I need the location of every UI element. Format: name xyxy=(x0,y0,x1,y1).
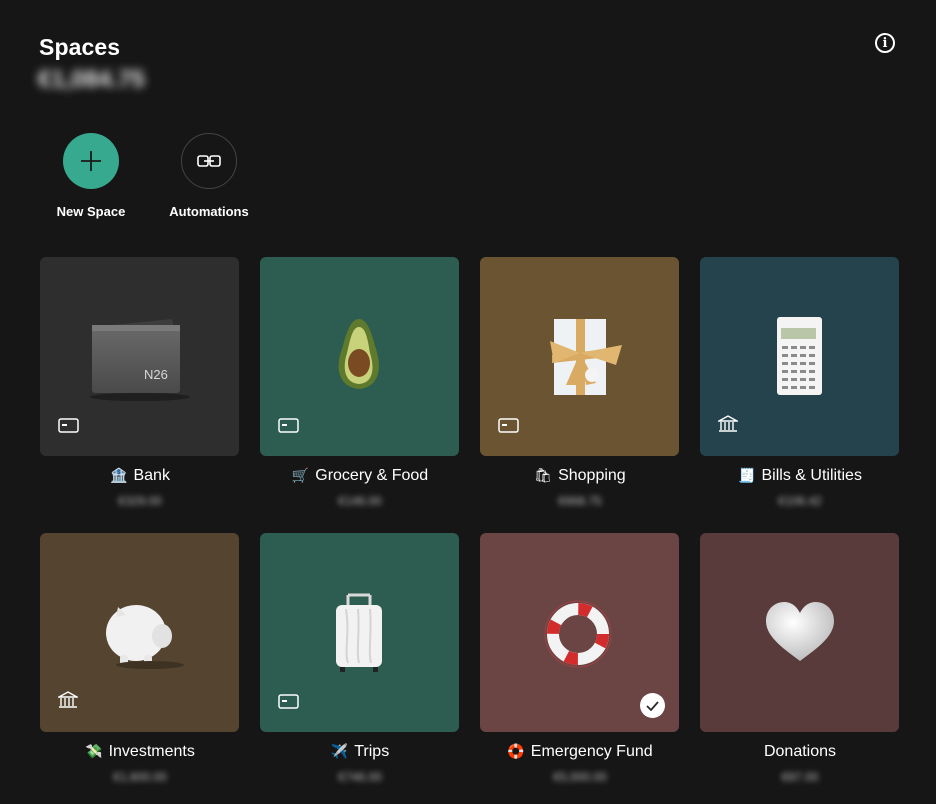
check-icon xyxy=(640,693,665,718)
new-space-button[interactable]: New Space xyxy=(36,133,146,219)
receipt-emoji-icon: 🧾 xyxy=(738,468,756,484)
automations-label: Automations xyxy=(169,204,249,219)
space-amount: €329.00 xyxy=(118,494,162,508)
airplane-emoji-icon: ✈️ xyxy=(330,744,349,760)
space-amount: €1,600.00 xyxy=(113,770,167,784)
space-tile[interactable] xyxy=(700,533,899,732)
bank-icon xyxy=(56,691,80,714)
space-card-emergency-fund[interactable]: 🛟 Emergency Fund €5,000.00 xyxy=(480,533,680,784)
space-tile[interactable] xyxy=(260,257,459,456)
space-name: Grocery & Food xyxy=(315,467,429,484)
money-wings-emoji-icon: 💸 xyxy=(85,744,103,760)
space-card-bills[interactable]: 🧾 Bills & Utilities €106.42 xyxy=(700,257,900,508)
shopping-bags-emoji-icon: 🛍 xyxy=(534,468,553,484)
space-amount: €5,000.00 xyxy=(553,770,607,784)
space-name: Donations xyxy=(763,743,837,760)
space-tile[interactable] xyxy=(480,257,679,456)
lifebuoy-emoji-icon: 🛟 xyxy=(507,744,525,760)
automations-button[interactable]: Automations xyxy=(154,133,264,219)
space-amount: €668.75 xyxy=(558,494,602,508)
space-amount: €87.00 xyxy=(781,770,819,784)
card-icon xyxy=(58,418,79,438)
link-icon[interactable] xyxy=(181,133,237,189)
space-name: Emergency Fund xyxy=(530,743,653,760)
card-icon xyxy=(278,418,299,438)
bank-emoji-icon: 🏦 xyxy=(110,468,128,484)
svg-text:N26: N26 xyxy=(144,367,168,382)
space-tile[interactable] xyxy=(260,533,459,732)
heart-image xyxy=(766,602,834,661)
cart-emoji-icon: 🛒 xyxy=(291,468,310,484)
plus-icon[interactable] xyxy=(63,133,119,189)
page-title: Spaces xyxy=(39,34,121,60)
space-amount: €146.00 xyxy=(338,494,382,508)
space-card-shopping[interactable]: 🛍 Shopping €668.75 xyxy=(480,257,680,508)
space-name: Trips xyxy=(354,743,390,760)
space-name: Investments xyxy=(108,743,195,760)
space-card-trips[interactable]: ✈️ Trips €746.00 xyxy=(260,533,460,784)
space-tile[interactable]: N26 xyxy=(40,257,239,456)
space-tile[interactable] xyxy=(480,533,679,732)
card-icon xyxy=(278,694,299,714)
space-name: Shopping xyxy=(558,467,626,484)
space-name: Bills & Utilities xyxy=(761,467,862,484)
space-tile[interactable] xyxy=(700,257,899,456)
space-name: Bank xyxy=(133,467,170,484)
space-card-investments[interactable]: 💸 Investments €1,600.00 xyxy=(40,533,240,784)
space-card-bank[interactable]: N26 🏦 Bank €329.00 xyxy=(40,257,240,508)
new-space-label: New Space xyxy=(56,204,126,219)
card-icon xyxy=(498,418,519,438)
space-card-grocery[interactable]: 🛒 Grocery & Food €146.00 xyxy=(260,257,460,508)
space-card-donations[interactable]: Donations €87.00 xyxy=(700,533,900,784)
space-amount: €106.42 xyxy=(778,494,822,508)
total-balance: €1,084.75 xyxy=(38,66,145,93)
bank-icon xyxy=(716,415,740,438)
space-amount: €746.00 xyxy=(338,770,382,784)
space-tile[interactable] xyxy=(40,533,239,732)
info-icon[interactable]: i xyxy=(875,33,895,53)
